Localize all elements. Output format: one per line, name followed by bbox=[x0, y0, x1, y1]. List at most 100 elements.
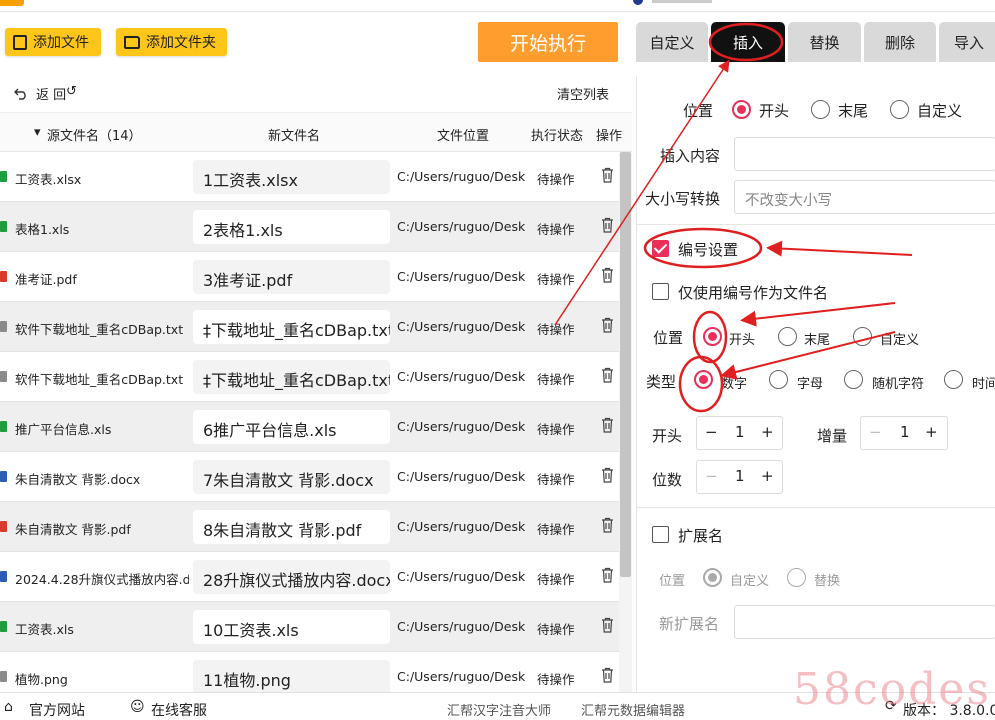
trash-icon[interactable] bbox=[601, 617, 614, 633]
case-select-value: 不改变大小写 bbox=[745, 193, 832, 209]
official-site-link[interactable]: 官方网站 bbox=[29, 700, 85, 720]
file-type-icon bbox=[0, 521, 7, 532]
position-end-radio[interactable] bbox=[811, 100, 830, 119]
add-file-button[interactable]: 添加文件 bbox=[5, 28, 101, 56]
table-row[interactable]: 朱自清散文 背影.docx 7朱自清散文 背影.docx C:/Users/rugu… bbox=[0, 452, 632, 502]
table-row[interactable]: 工资表.xls 10工资表.xls C:/Users/ruguo/Deskt 待操作 bbox=[0, 602, 632, 652]
num-position-end-label: 末尾 bbox=[804, 333, 831, 348]
plus-icon[interactable]: + bbox=[761, 423, 774, 441]
start-value: 1 bbox=[735, 423, 745, 441]
new-filename-field[interactable]: 3准考证.pdf bbox=[193, 260, 390, 294]
status-text: 待操作 bbox=[537, 672, 575, 687]
table-row[interactable]: 朱自清散文 背影.pdf 8朱自清散文 背影.pdf C:/Users/ruguo/… bbox=[0, 502, 632, 552]
new-filename-field[interactable]: 8朱自清散文 背影.pdf bbox=[193, 510, 390, 544]
source-filename: 软件下载地址_重名cDBap.txt bbox=[15, 322, 184, 337]
redo-icon[interactable]: ↺ bbox=[66, 84, 77, 99]
new-filename-field[interactable]: 28升旗仪式播放内容.docx bbox=[193, 560, 390, 594]
tab-import[interactable]: 导入 bbox=[939, 22, 995, 62]
tab-insert[interactable]: 插入 bbox=[711, 22, 785, 62]
trash-icon[interactable] bbox=[601, 417, 614, 433]
table-row[interactable]: 推广平台信息.xls 6推广平台信息.xls C:/Users/ruguo/Desk… bbox=[0, 402, 632, 452]
scrollbar[interactable] bbox=[619, 152, 632, 692]
num-position-start-radio[interactable] bbox=[703, 327, 722, 346]
sort-icon[interactable]: ▾ bbox=[34, 125, 41, 140]
clear-list-button[interactable]: 清空列表 bbox=[557, 84, 609, 103]
status-text: 待操作 bbox=[537, 572, 575, 587]
num-position-custom-radio[interactable] bbox=[853, 327, 872, 346]
table-row[interactable]: 植物.png 11植物.png C:/Users/ruguo/Deskt 待操作 bbox=[0, 652, 632, 692]
link-pinyin[interactable]: 汇帮汉字注音大师 bbox=[447, 700, 551, 719]
file-location: C:/Users/ruguo/Deskt bbox=[397, 219, 525, 234]
back-button[interactable]: 返 回 bbox=[14, 84, 66, 103]
minus-icon[interactable]: − bbox=[705, 423, 718, 441]
trash-icon[interactable] bbox=[601, 167, 614, 183]
new-filename-field[interactable]: 1工资表.xlsx bbox=[193, 160, 390, 194]
file-type-icon bbox=[0, 321, 7, 332]
type-time-radio[interactable] bbox=[944, 370, 963, 389]
position-custom-radio[interactable] bbox=[890, 100, 909, 119]
num-position-custom-label: 自定义 bbox=[880, 333, 920, 348]
position-custom-label: 自定义 bbox=[917, 102, 963, 120]
file-location: C:/Users/ruguo/Deskt bbox=[397, 519, 525, 534]
link-metadata[interactable]: 汇帮元数据编辑器 bbox=[581, 700, 685, 719]
ext-checkbox[interactable] bbox=[652, 526, 669, 543]
status-text: 待操作 bbox=[537, 472, 575, 487]
header-src[interactable]: 源文件名（14） bbox=[47, 125, 142, 144]
numbering-checkbox[interactable] bbox=[652, 240, 669, 257]
new-filename-field[interactable]: ‡下载地址_重名cDBap.txt bbox=[193, 310, 390, 344]
tab-replace[interactable]: 替换 bbox=[788, 22, 861, 62]
tab-custom[interactable]: 自定义 bbox=[636, 22, 708, 62]
file-type-icon bbox=[0, 371, 7, 382]
table-row[interactable]: 软件下载地址_重名cDBap.txt ‡下载地址_重名cDBap.txt C:/Us… bbox=[0, 352, 632, 402]
trash-icon[interactable] bbox=[601, 567, 614, 583]
digits-stepper[interactable]: − 1 + bbox=[696, 460, 783, 494]
table-row[interactable]: 软件下载地址_重名cDBap.txt ‡下载地址_重名cDBap.txt C:/Us… bbox=[0, 302, 632, 352]
plus-icon[interactable]: + bbox=[925, 423, 938, 441]
table-header: ▾ 源文件名（14） 新文件名 文件位置 执行状态 操作 bbox=[0, 112, 632, 152]
start-button[interactable]: 开始执行 bbox=[478, 22, 618, 62]
table-row[interactable]: 准考证.pdf 3准考证.pdf C:/Users/ruguo/Deskt 待操作 bbox=[0, 252, 632, 302]
trash-icon[interactable] bbox=[601, 517, 614, 533]
type-number-radio[interactable] bbox=[694, 370, 713, 389]
table-row[interactable]: 2024.4.28升旗仪式播放内容.doc 28升旗仪式播放内容.docx C:/U… bbox=[0, 552, 632, 602]
insert-content-input[interactable] bbox=[734, 137, 995, 171]
trash-icon[interactable] bbox=[601, 367, 614, 383]
start-stepper[interactable]: − 1 + bbox=[696, 416, 783, 450]
ext-position-replace-radio[interactable] bbox=[787, 568, 806, 587]
step-stepper[interactable]: − 1 + bbox=[860, 416, 948, 450]
add-folder-button[interactable]: 添加文件夹 bbox=[116, 28, 227, 56]
scrollbar-thumb[interactable] bbox=[620, 152, 631, 577]
new-filename-field[interactable]: ‡下载地址_重名cDBap.txt bbox=[193, 360, 390, 394]
trash-icon[interactable] bbox=[601, 217, 614, 233]
ext-position-custom-radio[interactable] bbox=[703, 568, 722, 587]
insert-content-label: 插入内容 bbox=[660, 147, 721, 165]
type-random-radio[interactable] bbox=[844, 370, 863, 389]
only-number-checkbox[interactable] bbox=[652, 283, 669, 300]
digits-value: 1 bbox=[735, 467, 745, 485]
trash-icon[interactable] bbox=[601, 467, 614, 483]
new-filename-field[interactable]: 2表格1.xls bbox=[193, 210, 390, 244]
online-service-link[interactable]: 在线客服 bbox=[151, 700, 207, 720]
minus-icon[interactable]: − bbox=[705, 467, 718, 485]
table-row[interactable]: 工资表.xlsx 1工资表.xlsx C:/Users/ruguo/Deskt 待操作 bbox=[0, 152, 632, 202]
new-filename-field[interactable]: 7朱自清散文 背影.docx bbox=[193, 460, 390, 494]
trash-icon[interactable] bbox=[601, 267, 614, 283]
trash-icon[interactable] bbox=[601, 317, 614, 333]
num-position-end-radio[interactable] bbox=[778, 327, 797, 346]
new-filename-field[interactable]: 10工资表.xls bbox=[193, 610, 390, 644]
minus-icon[interactable]: − bbox=[869, 423, 882, 441]
tab-delete[interactable]: 删除 bbox=[864, 22, 936, 62]
new-ext-input[interactable] bbox=[734, 605, 995, 639]
trash-icon[interactable] bbox=[601, 667, 614, 683]
plus-icon[interactable]: + bbox=[761, 467, 774, 485]
home-icon: ⌂ bbox=[4, 699, 13, 715]
case-select[interactable]: 不改变大小写 bbox=[734, 180, 995, 214]
type-letter-radio[interactable] bbox=[769, 370, 788, 389]
new-filename-field[interactable]: 11植物.png bbox=[193, 660, 390, 692]
table-row[interactable]: 表格1.xls 2表格1.xls C:/Users/ruguo/Deskt 待操作 bbox=[0, 202, 632, 252]
file-location: C:/Users/ruguo/Deskt bbox=[397, 669, 525, 684]
position-start-radio[interactable] bbox=[732, 100, 751, 119]
file-location: C:/Users/ruguo/Deskt bbox=[397, 369, 525, 384]
new-filename-field[interactable]: 6推广平台信息.xls bbox=[193, 410, 390, 444]
status-text: 待操作 bbox=[537, 622, 575, 637]
